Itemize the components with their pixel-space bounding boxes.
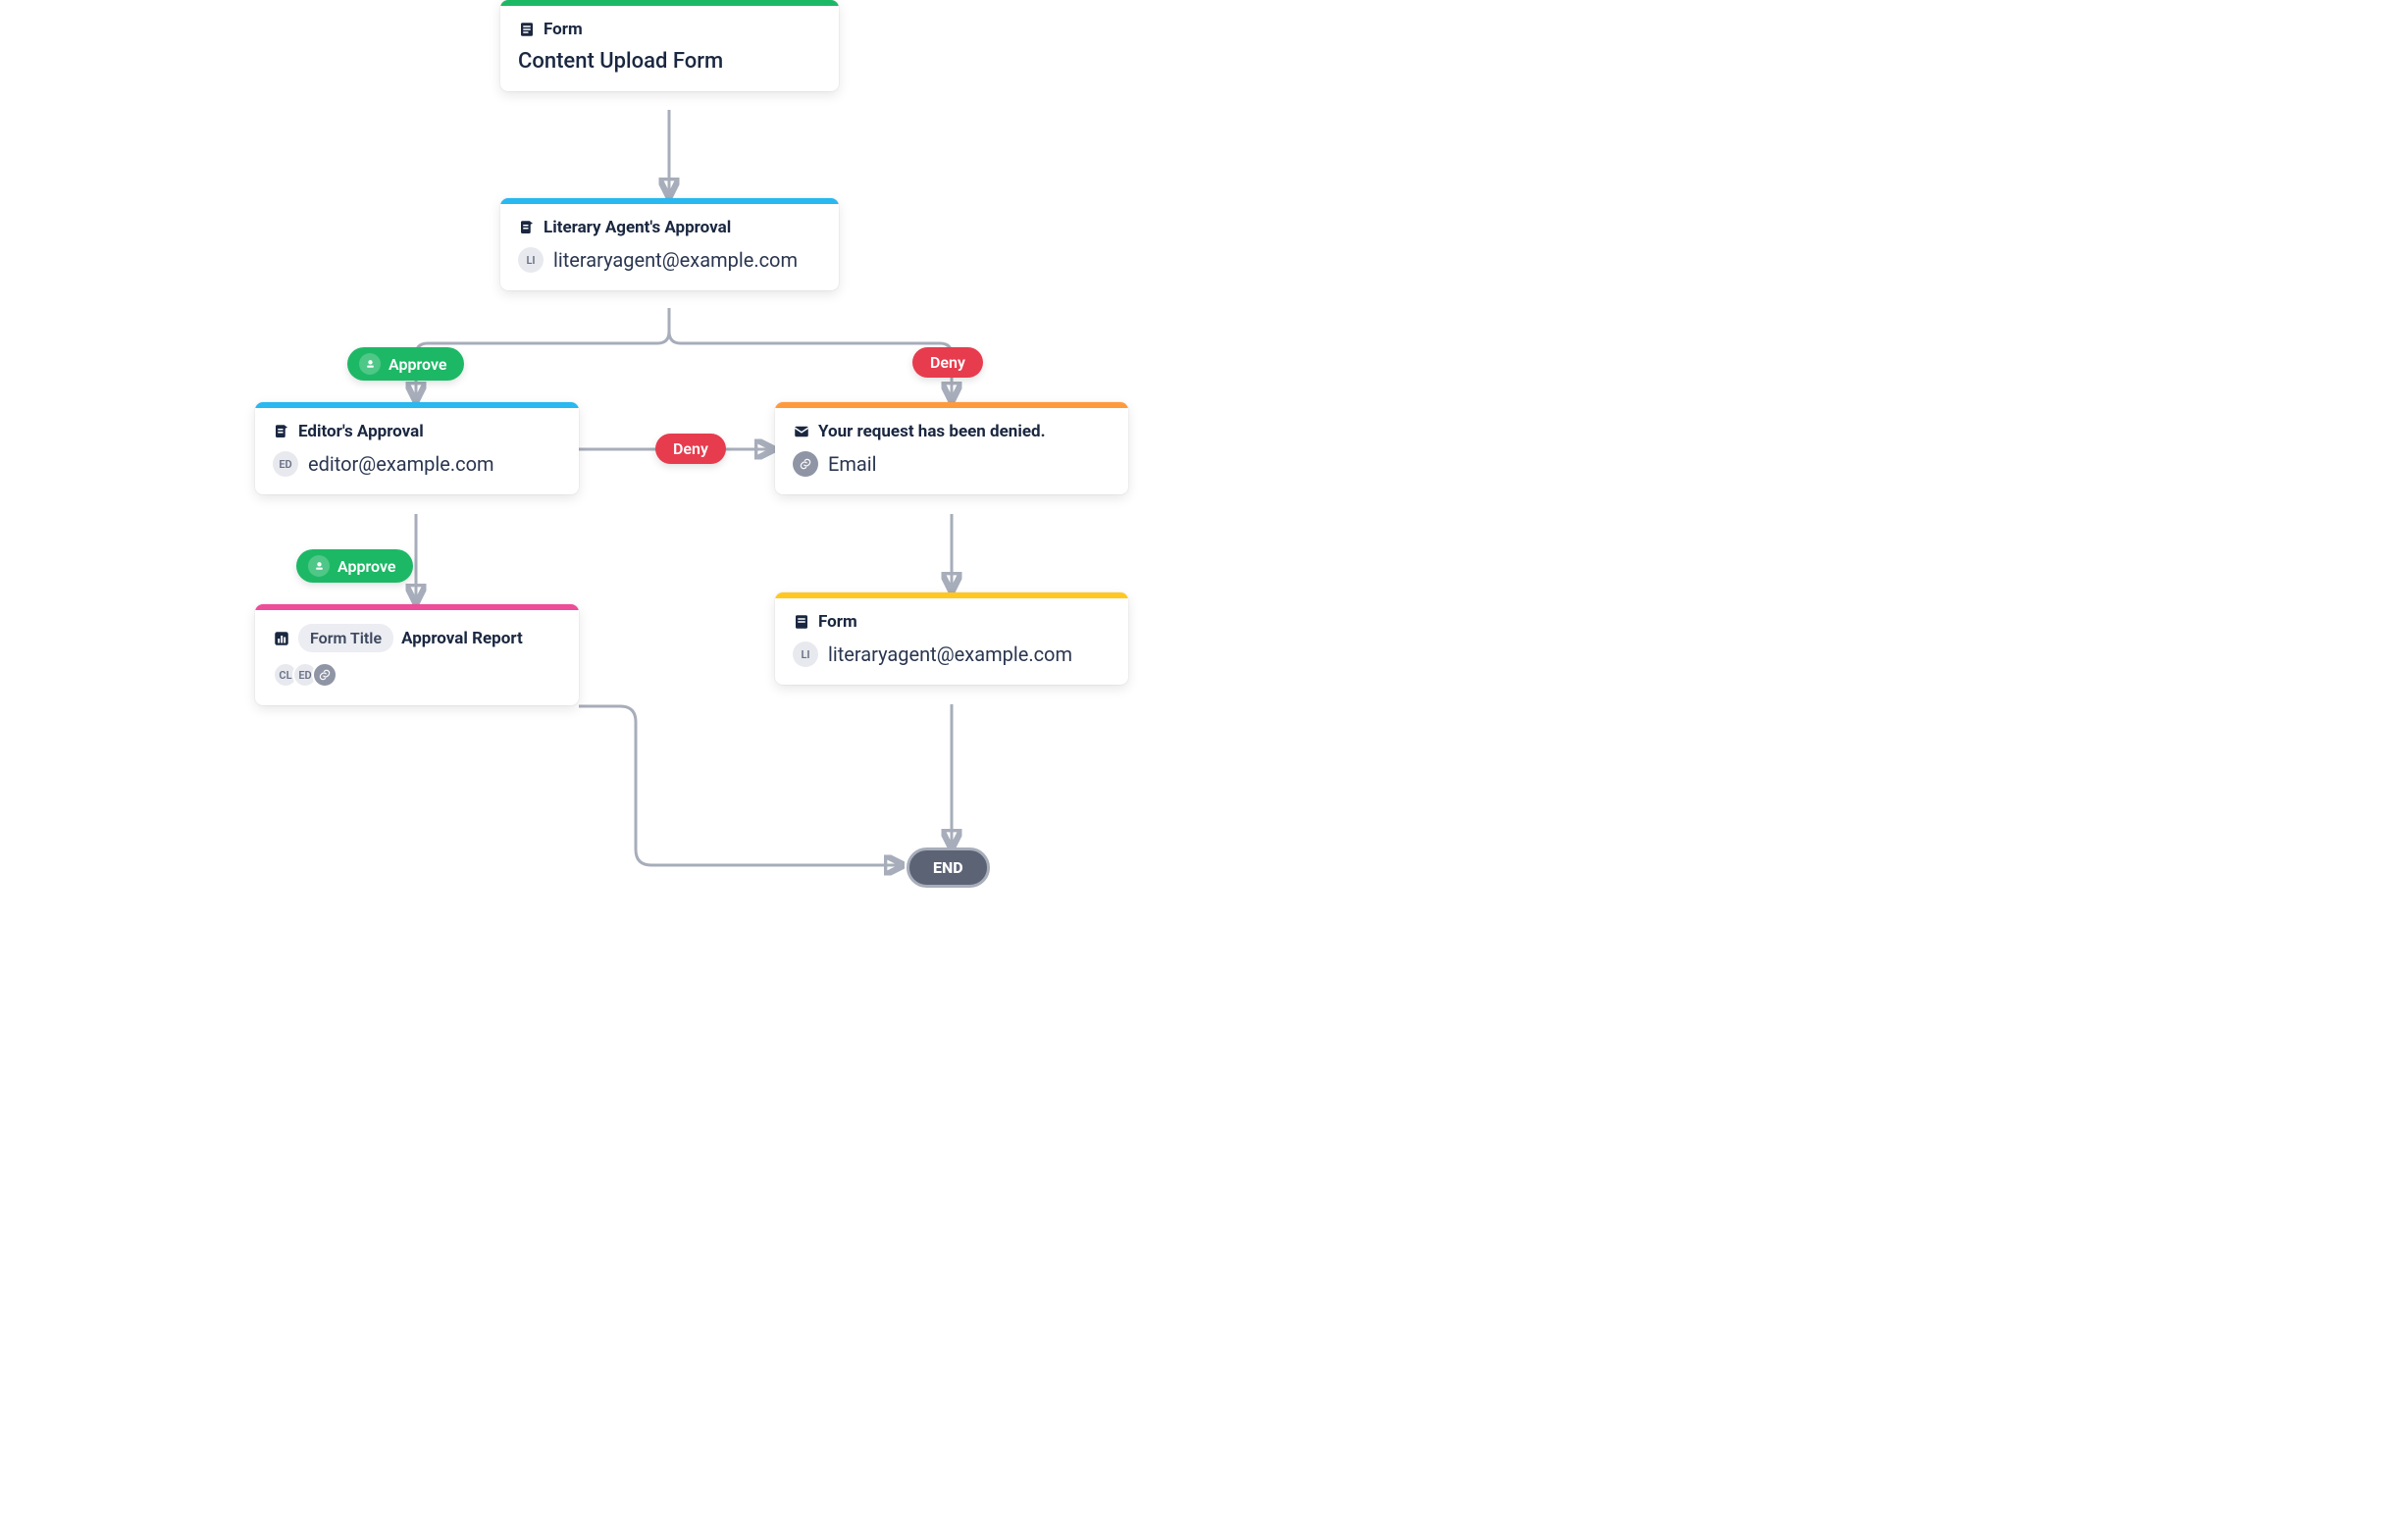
approval-icon (518, 219, 536, 236)
node-email: literaryagent@example.com (553, 248, 798, 272)
avatar: LI (518, 247, 544, 273)
pill-approve[interactable]: Approve (296, 549, 413, 583)
node-form-back[interactable]: Form LI literaryagent@example.com (775, 592, 1128, 685)
mail-icon (793, 423, 810, 440)
node-title: Approval Report (401, 629, 523, 648)
node-title: Editor's Approval (298, 422, 424, 441)
end-node: END (907, 847, 990, 888)
node-title: Content Upload Form (500, 45, 839, 91)
node-email: editor@example.com (308, 452, 494, 476)
pill-approve[interactable]: Approve (347, 347, 464, 381)
avatar: ED (273, 451, 298, 477)
pill-label: Approve (389, 355, 446, 374)
avatar: LI (793, 642, 818, 667)
chart-icon (273, 630, 290, 647)
chip-form-title: Form Title (298, 624, 393, 652)
node-type-label: Form (544, 20, 583, 39)
approval-icon (273, 423, 290, 440)
form-icon (518, 21, 536, 38)
node-title: Literary Agent's Approval (544, 218, 731, 237)
node-literary-agent[interactable]: Literary Agent's Approval LI literaryage… (500, 198, 839, 290)
pill-label: Approve (337, 557, 395, 576)
node-editor[interactable]: Editor's Approval ED editor@example.com (255, 402, 579, 494)
pill-label: Deny (673, 439, 708, 458)
pill-deny[interactable]: Deny (912, 347, 983, 378)
workflow-canvas: Form Content Upload Form Literary Agent'… (0, 0, 1432, 924)
form-icon (793, 613, 810, 631)
link-icon (793, 451, 818, 477)
pill-deny[interactable]: Deny (655, 434, 726, 464)
node-form-start[interactable]: Form Content Upload Form (500, 0, 839, 91)
link-icon (312, 662, 337, 688)
node-type-label: Form (818, 612, 857, 632)
node-denied[interactable]: Your request has been denied. Email (775, 402, 1128, 494)
avatar-group: CL ED (255, 662, 579, 705)
stamp-icon (359, 353, 381, 375)
node-email: literaryagent@example.com (828, 642, 1072, 666)
end-label: END (933, 858, 963, 877)
node-title: Your request has been denied. (818, 422, 1046, 441)
pill-label: Deny (930, 353, 965, 372)
stamp-icon (308, 555, 330, 577)
node-sublabel: Email (828, 452, 877, 476)
node-report[interactable]: Form Title Approval Report CL ED (255, 604, 579, 705)
